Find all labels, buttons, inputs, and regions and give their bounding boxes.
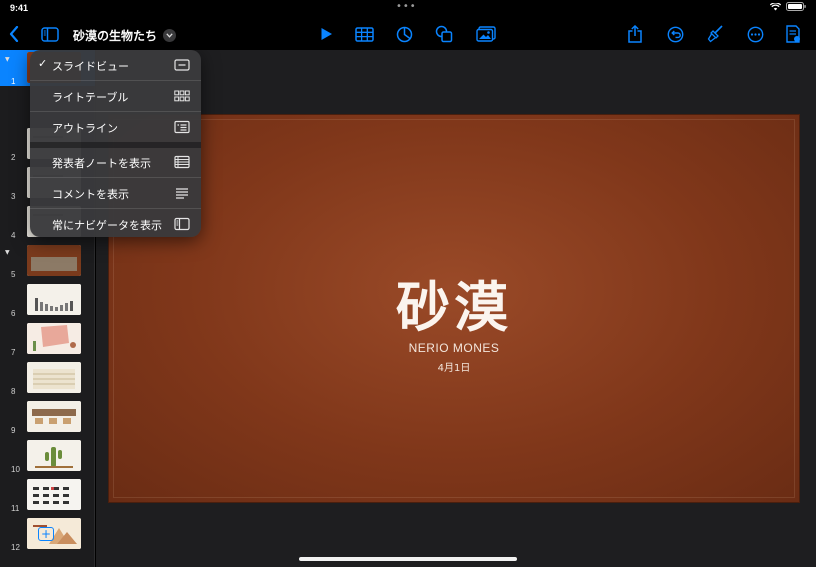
title-menu-chevron-icon[interactable]: [163, 29, 177, 42]
shape-icon[interactable]: [432, 22, 456, 46]
menu-item-slide-view[interactable]: ✓ スライドビュー: [30, 50, 201, 80]
disclosure-triangle-icon[interactable]: ▼: [5, 249, 10, 256]
menu-item-label: 常にナビゲータを表示: [52, 219, 162, 232]
slide-thumbnail[interactable]: [27, 479, 81, 510]
navigator-slide-5[interactable]: 5: [0, 243, 95, 279]
slide-thumbnail[interactable]: [27, 440, 81, 471]
slide-number: 4: [11, 231, 16, 240]
slide-number: 3: [11, 192, 16, 201]
share-icon[interactable]: [623, 22, 647, 46]
table-icon[interactable]: [352, 22, 376, 46]
slide-number: 6: [11, 309, 16, 318]
sidebar-toggle-icon[interactable]: [38, 22, 62, 46]
home-indicator[interactable]: [299, 557, 517, 561]
current-slide[interactable]: 砂漠 NERIO MONES 4月1日: [108, 114, 800, 503]
slide-number: 5: [11, 270, 16, 279]
slide-author[interactable]: NERIO MONES: [109, 341, 799, 355]
multitasking-dots[interactable]: •••: [396, 1, 417, 12]
slide-number: 10: [11, 465, 20, 474]
media-icon[interactable]: [474, 22, 498, 46]
format-brush-icon[interactable]: [703, 22, 727, 46]
slide-number: 9: [11, 426, 16, 435]
slide-number: 11: [11, 504, 20, 513]
presenter-notes-icon: [174, 155, 190, 169]
slide-date[interactable]: 4月1日: [109, 359, 799, 374]
navigator-slide-8[interactable]: 8: [0, 360, 95, 396]
menu-item-label: アウトライン: [52, 122, 118, 135]
slide-thumbnail[interactable]: [27, 284, 81, 315]
presenter-doc-icon[interactable]: [781, 22, 805, 46]
slide-number: 2: [11, 153, 16, 162]
play-icon[interactable]: [314, 22, 338, 46]
slide-thumbnail[interactable]: [27, 323, 81, 354]
outline-icon: [174, 120, 190, 134]
menu-item-label: スライドビュー: [52, 60, 129, 73]
navigator-slide-6[interactable]: 6: [0, 282, 95, 318]
menu-item-outline[interactable]: アウトライン: [30, 112, 201, 142]
battery-icon: [786, 2, 806, 11]
comments-icon: [176, 188, 188, 199]
menu-item-label: コメントを表示: [52, 188, 129, 201]
add-slide-button[interactable]: +: [38, 527, 54, 541]
navigator-slide-9[interactable]: 9: [0, 399, 95, 435]
slide-thumbnail[interactable]: [27, 245, 81, 276]
menu-item-presenter-notes[interactable]: 発表者ノートを表示: [30, 147, 201, 177]
document-title: 砂漠の生物たち: [73, 29, 158, 43]
toolbar: 砂漠の生物たち: [0, 18, 816, 50]
slide-number: 1: [11, 77, 16, 86]
status-bar: 9:41 •••: [0, 0, 816, 18]
slide-number: 8: [11, 387, 16, 396]
menu-item-light-table[interactable]: ライトテーブル: [30, 81, 201, 111]
view-options-menu: ✓ スライドビュー ライトテーブル アウトライン 発表者ノートを表示 コメントを…: [30, 50, 201, 237]
chart-icon[interactable]: [392, 22, 416, 46]
more-icon[interactable]: [743, 22, 767, 46]
disclosure-triangle-icon[interactable]: ▼: [5, 56, 10, 63]
slide-thumbnail[interactable]: [27, 518, 81, 549]
menu-item-label: 発表者ノートを表示: [52, 157, 151, 170]
slide-thumbnail[interactable]: [27, 362, 81, 393]
light-table-icon: [174, 90, 190, 102]
checkmark-icon: ✓: [38, 57, 48, 70]
slide-number: 7: [11, 348, 16, 357]
navigator-slide-10[interactable]: 10: [0, 438, 95, 474]
back-chevron-icon[interactable]: [2, 22, 26, 46]
slide-thumbnail[interactable]: [27, 401, 81, 432]
menu-item-navigator[interactable]: 常にナビゲータを表示: [30, 209, 201, 237]
document-title-menu[interactable]: 砂漠の生物たち: [73, 27, 177, 44]
slide-view-icon: [174, 59, 190, 71]
undo-icon[interactable]: [663, 22, 687, 46]
menu-item-label: ライトテーブル: [52, 91, 129, 104]
navigator-slide-7[interactable]: 7: [0, 321, 95, 357]
slide-number: 12: [11, 543, 20, 552]
slide-title[interactable]: 砂漠: [109, 263, 799, 342]
status-time: 9:41: [10, 3, 29, 13]
menu-item-comments[interactable]: コメントを表示: [30, 178, 201, 208]
wifi-icon: [770, 2, 781, 10]
navigator-icon: [174, 217, 190, 231]
navigator-slide-11[interactable]: 11: [0, 477, 95, 513]
status-indicators: [770, 2, 806, 11]
